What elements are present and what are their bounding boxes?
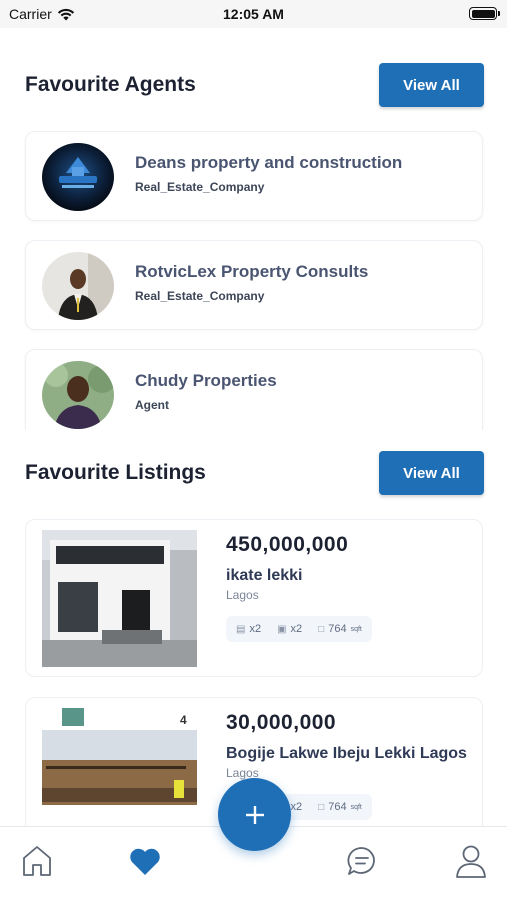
battery-icon: [469, 7, 500, 20]
listing-title: Bogije Lakwe Ibeju Lekki Lagos: [226, 745, 467, 762]
bedrooms-count: x2: [249, 623, 262, 635]
listing-features: ▤ x2 ▣ x2 □ 764 sqft: [226, 616, 372, 642]
area-icon: □: [318, 623, 325, 635]
heart-icon: [130, 848, 160, 875]
area-unit: sqft: [350, 803, 362, 811]
nav-home[interactable]: [17, 841, 57, 881]
listing-photo: [42, 530, 197, 667]
agent-avatar: [42, 252, 114, 320]
agents-list: Deans property and construction Real_Est…: [0, 128, 507, 430]
agent-card[interactable]: Chudy Properties Agent: [25, 349, 483, 430]
listing-location: Lagos: [226, 588, 259, 602]
listing-photo: 4: [42, 708, 197, 845]
nav-profile[interactable]: [451, 841, 491, 881]
home-icon: [23, 846, 51, 876]
nav-favourites[interactable]: [125, 841, 165, 881]
view-all-agents-button[interactable]: View All: [379, 63, 484, 107]
agent-avatar: [42, 143, 114, 211]
profile-icon: [456, 845, 486, 878]
agent-name: Deans property and construction: [135, 153, 403, 172]
agent-avatar: [42, 361, 114, 429]
add-listing-button[interactable]: [218, 778, 291, 851]
area-feature: □ 764 sqft: [318, 623, 362, 635]
agent-card[interactable]: Deans property and construction Real_Est…: [25, 131, 483, 221]
listing-price: 30,000,000: [226, 711, 337, 734]
bed-icon: ▤: [236, 623, 246, 635]
sign-number: 4: [180, 713, 187, 727]
area-unit: sqft: [350, 625, 362, 633]
plus-icon: [245, 805, 264, 824]
agent-type: Real_Estate_Company: [135, 289, 265, 303]
nav-messages[interactable]: [342, 841, 382, 881]
bedrooms-feature: ▤ x2: [236, 623, 261, 635]
listing-card[interactable]: 450,000,000 ikate lekki Lagos ▤ x2 ▣ x2 …: [25, 519, 483, 677]
bath-icon: ▣: [277, 623, 287, 635]
area-value: 764: [328, 623, 347, 635]
area-icon: □: [318, 801, 325, 813]
favourite-agents-title: Favourite Agents: [25, 73, 196, 96]
listing-title: ikate lekki: [226, 567, 303, 584]
listing-price: 450,000,000: [226, 533, 349, 556]
agent-name: Chudy Properties: [135, 371, 277, 390]
agent-name: RotvicLex Property Consults: [135, 262, 369, 281]
bathrooms-count: x2: [290, 801, 303, 813]
favourite-listings-title: Favourite Listings: [25, 461, 206, 484]
agent-type: Real_Estate_Company: [135, 180, 265, 194]
bathrooms-feature: ▣ x2: [277, 623, 302, 635]
area-feature: □ 764 sqft: [318, 801, 362, 813]
chat-icon: [347, 847, 375, 875]
bathrooms-count: x2: [290, 623, 303, 635]
agent-card[interactable]: RotvicLex Property Consults Real_Estate_…: [25, 240, 483, 330]
area-value: 764: [328, 801, 347, 813]
status-bar: Carrier 12:05 AM: [0, 0, 507, 28]
view-all-listings-button[interactable]: View All: [379, 451, 484, 495]
agent-type: Agent: [135, 398, 169, 412]
clock: 12:05 AM: [223, 6, 284, 22]
